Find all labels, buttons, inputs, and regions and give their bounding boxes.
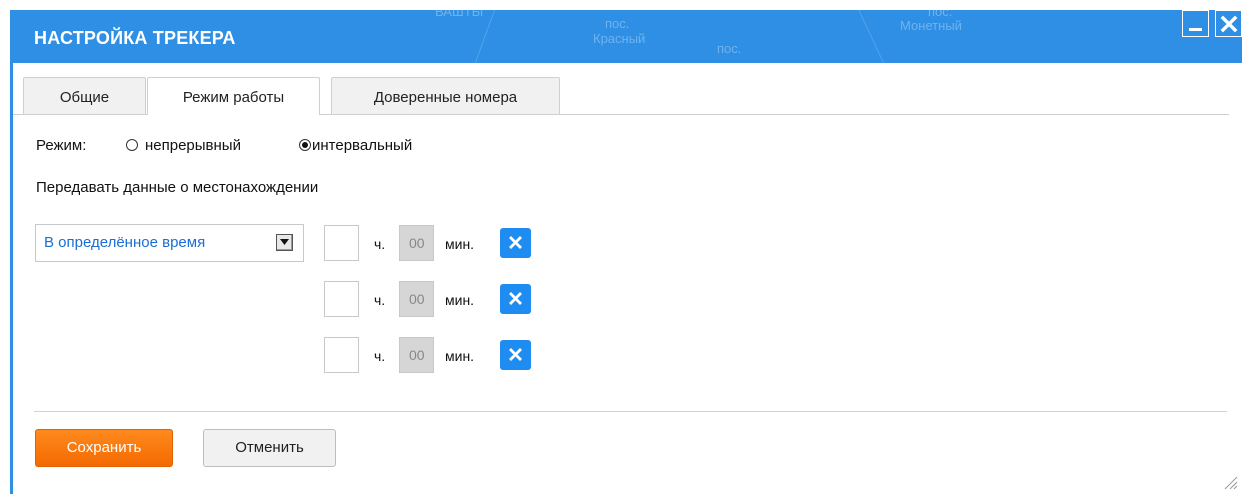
tracker-settings-window: ВАШТЫ пос. Красный пос. пос. Монетный НА… (0, 0, 1242, 494)
radio-continuous-label[interactable]: непрерывный (145, 137, 241, 154)
map-label: пос. (717, 41, 742, 56)
radio-interval[interactable] (299, 139, 311, 151)
tab-bar: Общие Режим работы Доверенные номера (13, 77, 1229, 115)
cancel-button[interactable]: Отменить (203, 429, 336, 467)
radio-continuous[interactable] (126, 139, 138, 151)
map-label: ВАШТЫ (435, 10, 484, 19)
window-title: НАСТРОЙКА ТРЕКЕРА (34, 28, 236, 48)
remove-time-button[interactable] (500, 284, 531, 314)
hours-input[interactable] (324, 225, 359, 261)
schedule-select-value: В определённое время (44, 234, 206, 251)
hours-unit-label: ч. (374, 348, 386, 364)
resize-grip-icon[interactable] (1222, 474, 1238, 490)
radio-selected-dot (302, 142, 308, 148)
minutes-input[interactable]: 00 (399, 281, 434, 317)
minutes-unit-label: мин. (445, 236, 475, 252)
radio-interval-label[interactable]: интервальный (312, 137, 412, 154)
tab-operating-mode[interactable]: Режим работы (147, 77, 320, 115)
minutes-input[interactable]: 00 (399, 225, 434, 261)
hours-unit-label: ч. (374, 292, 386, 308)
hours-input[interactable] (324, 337, 359, 373)
minutes-unit-label: мин. (445, 292, 475, 308)
remove-time-button[interactable] (500, 340, 531, 370)
minutes-unit-label: мин. (445, 348, 475, 364)
close-icon (509, 348, 522, 361)
map-label: Монетный (900, 18, 962, 33)
minutes-value: 00 (409, 347, 425, 363)
footer-divider (34, 411, 1227, 412)
schedule-select[interactable]: В определённое время (35, 224, 304, 262)
minutes-value: 00 (409, 291, 425, 307)
minutes-value: 00 (409, 235, 425, 251)
close-button[interactable] (1215, 10, 1242, 37)
remove-time-button[interactable] (500, 228, 531, 258)
transmit-heading: Передавать данные о местонахождении (36, 179, 319, 196)
save-button[interactable]: Сохранить (35, 429, 173, 467)
minimize-icon (1189, 28, 1202, 31)
hours-input[interactable] (324, 281, 359, 317)
tab-trusted-numbers[interactable]: Доверенные номера (331, 77, 560, 114)
close-icon (1220, 15, 1238, 33)
dropdown-arrow-icon[interactable] (276, 234, 293, 251)
hours-unit-label: ч. (374, 236, 386, 252)
minimize-button[interactable] (1182, 10, 1209, 37)
close-icon (509, 292, 522, 305)
window-border (10, 63, 13, 494)
map-label: Красный (593, 31, 646, 46)
map-road (853, 10, 888, 63)
mode-label: Режим: (36, 137, 87, 154)
minutes-input[interactable]: 00 (399, 337, 434, 373)
tab-general[interactable]: Общие (23, 77, 146, 114)
map-label: пос. (605, 16, 630, 31)
close-icon (509, 236, 522, 249)
window-titlebar[interactable]: ВАШТЫ пос. Красный пос. пос. Монетный НА… (10, 10, 1242, 63)
